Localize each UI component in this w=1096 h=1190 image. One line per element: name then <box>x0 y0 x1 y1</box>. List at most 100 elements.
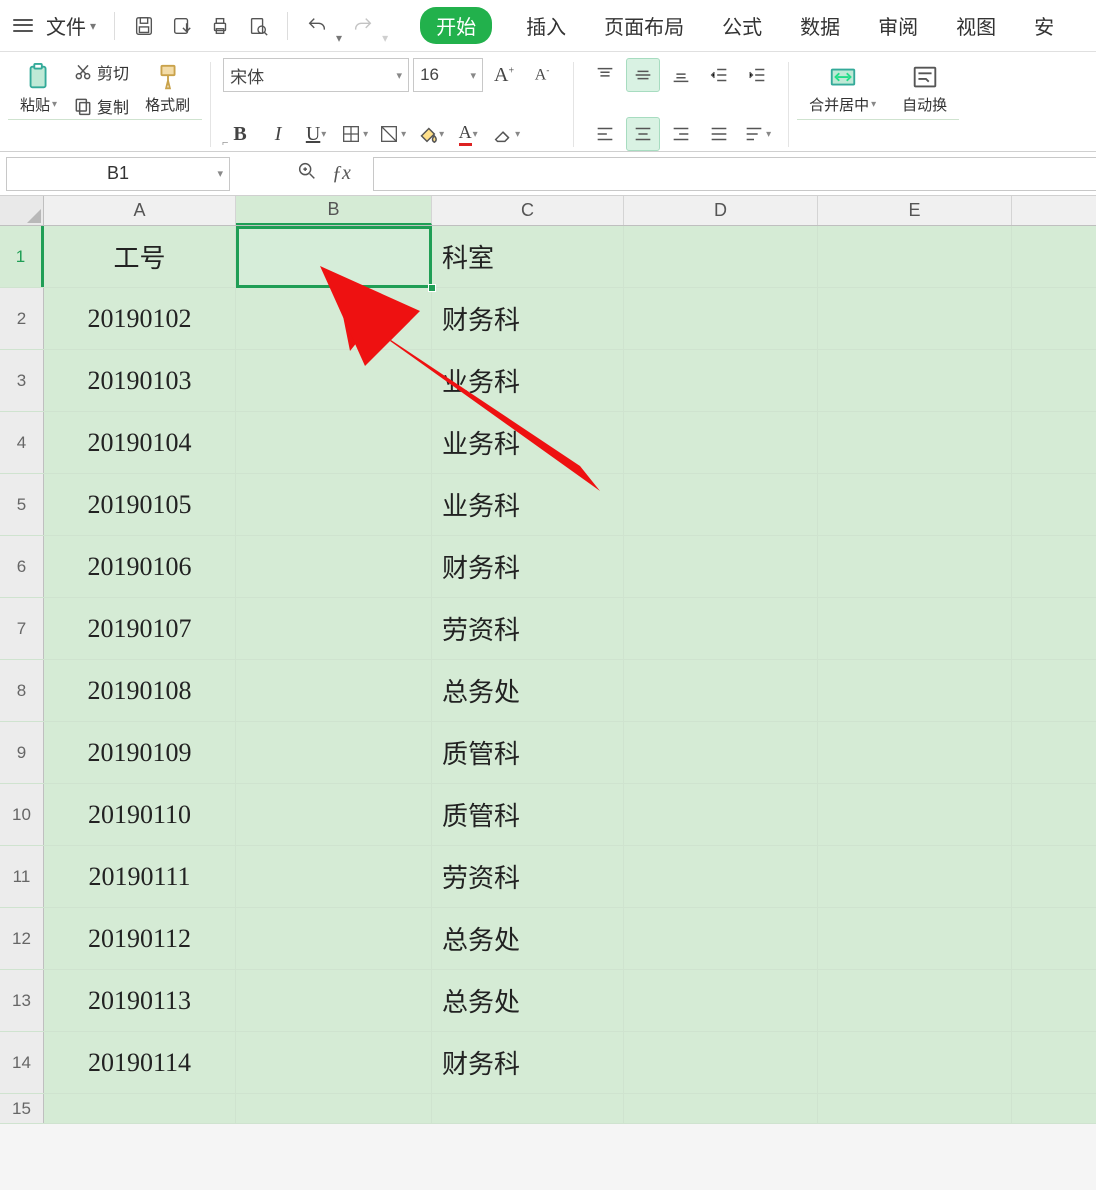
cell-A5[interactable]: 20190105 <box>44 474 236 535</box>
zoom-formula-icon[interactable] <box>296 160 318 187</box>
cell-B12[interactable] <box>236 908 432 969</box>
borders-button[interactable]: ▾ <box>337 117 371 151</box>
row-header[interactable]: 8 <box>0 660 44 721</box>
print-icon[interactable] <box>203 9 237 43</box>
cell-B9[interactable] <box>236 722 432 783</box>
save-as-cloud-icon[interactable] <box>165 9 199 43</box>
row-header[interactable]: 7 <box>0 598 44 659</box>
row-header[interactable]: 10 <box>0 784 44 845</box>
italic-button[interactable]: I <box>261 117 295 151</box>
cell-A1[interactable]: 工号 <box>44 226 236 287</box>
cell-A9[interactable]: 20190109 <box>44 722 236 783</box>
cell-A13[interactable]: 20190113 <box>44 970 236 1031</box>
hamburger-icon[interactable] <box>10 13 36 39</box>
cell-D1[interactable] <box>624 226 818 287</box>
select-all-corner[interactable] <box>0 196 44 225</box>
cut-button[interactable]: 剪切 <box>69 58 133 86</box>
cell-E14[interactable] <box>818 1032 1012 1093</box>
cell-D4[interactable] <box>624 412 818 473</box>
font-name-combo[interactable]: 宋体▾ <box>223 58 409 92</box>
row-header[interactable]: 4 <box>0 412 44 473</box>
tab-layout[interactable]: 页面布局 <box>600 7 688 44</box>
dialog-launcher-icon[interactable]: ⌐ <box>222 137 228 149</box>
cell-style-button[interactable]: ▾ <box>375 117 409 151</box>
cell-B8[interactable] <box>236 660 432 721</box>
align-center-icon[interactable] <box>626 117 660 151</box>
cell-B6[interactable] <box>236 536 432 597</box>
orientation-icon[interactable]: ▾ <box>740 117 774 151</box>
cell-D10[interactable] <box>624 784 818 845</box>
print-preview-icon[interactable] <box>241 9 275 43</box>
cell-A3[interactable]: 20190103 <box>44 350 236 411</box>
row-header[interactable]: 9 <box>0 722 44 783</box>
row-header[interactable]: 15 <box>0 1094 44 1123</box>
cell-E15[interactable] <box>818 1094 1012 1123</box>
cell-C12[interactable]: 总务处 <box>432 908 624 969</box>
undo-dropdown-icon[interactable]: ▾ <box>336 31 342 45</box>
cell-D14[interactable] <box>624 1032 818 1093</box>
cell-C2[interactable]: 财务科 <box>432 288 624 349</box>
redo-icon[interactable] <box>346 9 380 43</box>
cell-B14[interactable] <box>236 1032 432 1093</box>
file-menu[interactable]: 文件 ▾ <box>40 7 102 44</box>
cell-C15[interactable] <box>432 1094 624 1123</box>
cell-E13[interactable] <box>818 970 1012 1031</box>
cell-E3[interactable] <box>818 350 1012 411</box>
save-icon[interactable] <box>127 9 161 43</box>
cell-D6[interactable] <box>624 536 818 597</box>
tab-security[interactable]: 安 <box>1030 7 1058 44</box>
cell-A11[interactable]: 20190111 <box>44 846 236 907</box>
cell-E10[interactable] <box>818 784 1012 845</box>
row-header[interactable]: 11 <box>0 846 44 907</box>
align-bottom-icon[interactable] <box>664 58 698 92</box>
cell-B11[interactable] <box>236 846 432 907</box>
cell-C5[interactable]: 业务科 <box>432 474 624 535</box>
column-header-D[interactable]: D <box>624 196 818 225</box>
cell-D3[interactable] <box>624 350 818 411</box>
formula-input[interactable] <box>373 157 1096 191</box>
cell-C8[interactable]: 总务处 <box>432 660 624 721</box>
cell-C9[interactable]: 质管科 <box>432 722 624 783</box>
row-header[interactable]: 13 <box>0 970 44 1031</box>
auto-wrap-button[interactable]: 自动换 <box>896 60 953 117</box>
decrease-indent-icon[interactable] <box>702 58 736 92</box>
eraser-button[interactable]: ▾ <box>489 117 523 151</box>
row-header[interactable]: 12 <box>0 908 44 969</box>
cell-A8[interactable]: 20190108 <box>44 660 236 721</box>
cell-E5[interactable] <box>818 474 1012 535</box>
cell-C11[interactable]: 劳资科 <box>432 846 624 907</box>
align-top-icon[interactable] <box>588 58 622 92</box>
cell-A10[interactable]: 20190110 <box>44 784 236 845</box>
tab-view[interactable]: 视图 <box>952 7 1000 44</box>
cell-D2[interactable] <box>624 288 818 349</box>
cell-B13[interactable] <box>236 970 432 1031</box>
cell-E6[interactable] <box>818 536 1012 597</box>
row-header[interactable]: 6 <box>0 536 44 597</box>
fill-color-button[interactable]: ▾ <box>413 117 447 151</box>
cell-D15[interactable] <box>624 1094 818 1123</box>
font-size-combo[interactable]: 16▾ <box>413 58 483 92</box>
cell-E11[interactable] <box>818 846 1012 907</box>
cell-C10[interactable]: 质管科 <box>432 784 624 845</box>
cell-B1[interactable] <box>236 226 432 287</box>
underline-button[interactable]: U▾ <box>299 117 333 151</box>
align-right-icon[interactable] <box>664 117 698 151</box>
cell-E2[interactable] <box>818 288 1012 349</box>
undo-icon[interactable] <box>300 9 334 43</box>
cell-B2[interactable] <box>236 288 432 349</box>
cell-E8[interactable] <box>818 660 1012 721</box>
cell-A4[interactable]: 20190104 <box>44 412 236 473</box>
fx-icon[interactable]: ƒx <box>332 162 351 185</box>
copy-button[interactable]: 复制 <box>69 92 133 120</box>
name-box[interactable]: B1 ▾ <box>6 157 230 191</box>
cell-B5[interactable] <box>236 474 432 535</box>
grid-body[interactable]: 1工号科室220190102财务科320190103业务科420190104业务… <box>0 226 1096 1124</box>
format-painter-button[interactable]: 格式刷 <box>139 60 196 117</box>
column-header-B[interactable]: B <box>236 196 432 225</box>
row-header[interactable]: 14 <box>0 1032 44 1093</box>
cell-A15[interactable] <box>44 1094 236 1123</box>
tab-data[interactable]: 数据 <box>796 7 844 44</box>
cell-C3[interactable]: 业务科 <box>432 350 624 411</box>
column-header-A[interactable]: A <box>44 196 236 225</box>
cell-A14[interactable]: 20190114 <box>44 1032 236 1093</box>
